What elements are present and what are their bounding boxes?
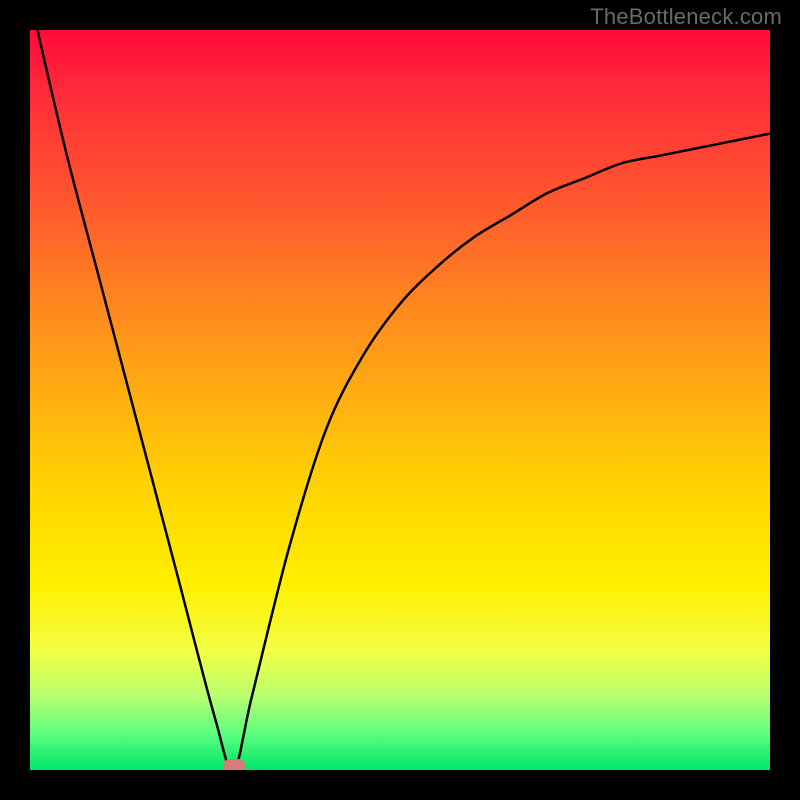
plot-area <box>30 30 770 770</box>
optimal-point-marker <box>223 759 245 770</box>
bottleneck-curve <box>37 30 770 770</box>
attribution-label: TheBottleneck.com <box>590 4 782 30</box>
curve-layer <box>30 30 770 770</box>
chart-container: TheBottleneck.com <box>0 0 800 800</box>
